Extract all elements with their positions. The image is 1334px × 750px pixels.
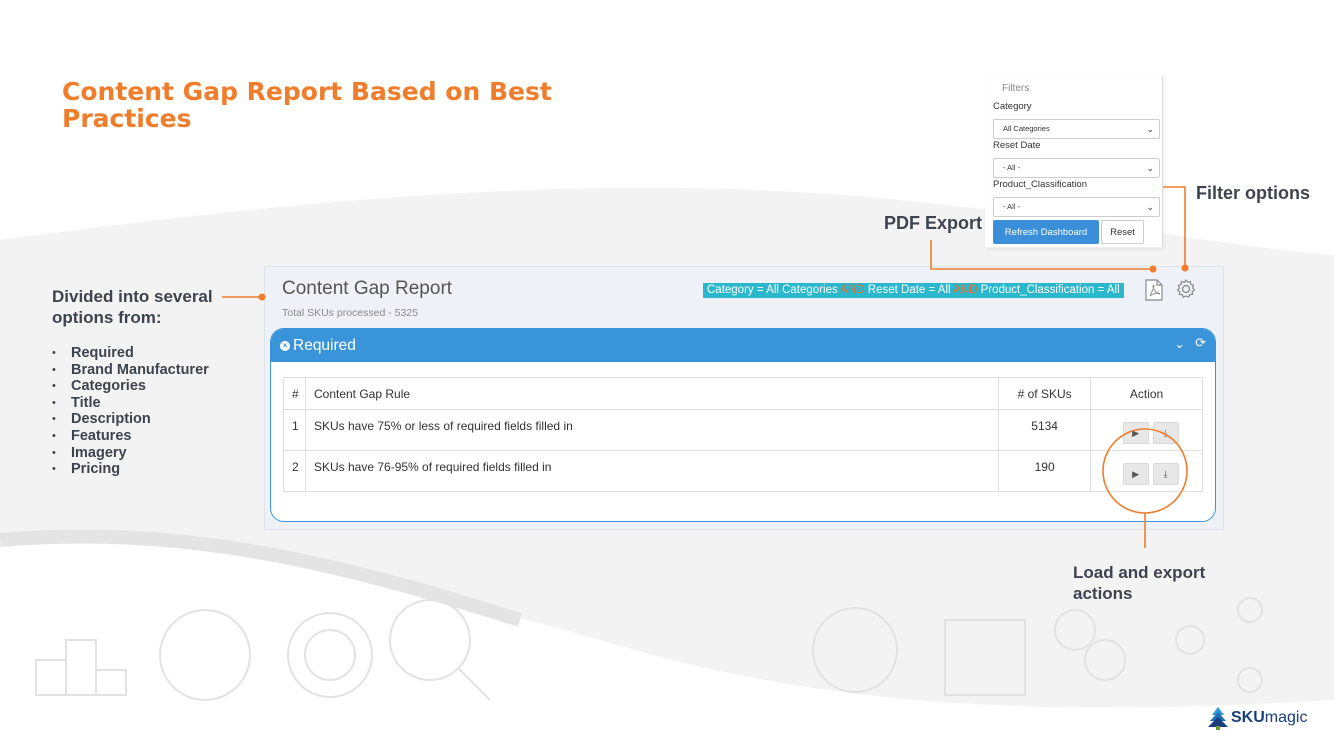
chevron-down-icon: ⌄: [1146, 202, 1154, 212]
chevron-down-icon[interactable]: ⌄: [1174, 336, 1185, 352]
filters-title: Filters: [1002, 83, 1030, 94]
content-gap-table: # Content Gap Rule # of SKUs Action 1 SK…: [283, 377, 1203, 492]
row-rule: SKUs have 75% or less of required fields…: [304, 409, 1000, 451]
table-header-row: # Content Gap Rule # of SKUs Action: [283, 377, 1203, 410]
column-header-action: Action: [1090, 377, 1203, 410]
row-actions: ▶ ⤓: [1090, 409, 1203, 451]
row-rule: SKUs have 76-95% of required fields fill…: [304, 450, 1000, 492]
filter-summary-part3: Product_Classification = All: [977, 284, 1120, 296]
load-play-button[interactable]: ▶: [1122, 463, 1149, 485]
column-header-count: # of SKUs: [998, 377, 1092, 410]
column-header-num: #: [283, 377, 306, 410]
chevron-down-icon: ⌄: [1146, 163, 1154, 173]
list-item: Title: [52, 395, 209, 412]
filter-summary-part1: Category = All Categories: [707, 284, 841, 296]
options-list: Required Brand Manufacturer Categories T…: [52, 345, 209, 478]
row-sku-count: 190: [998, 450, 1092, 492]
download-icon: ⤓: [1163, 469, 1168, 479]
list-item: Description: [52, 411, 209, 428]
category-label: Category: [993, 101, 1032, 112]
filter-summary-and: AND: [953, 284, 978, 296]
row-number: 2: [283, 450, 306, 492]
category-select-value: All Categories: [1003, 124, 1050, 133]
tree-logo-icon: [1208, 707, 1228, 730]
reset-date-select[interactable]: - All - ⌄: [993, 158, 1160, 178]
report-title: Content Gap Report: [282, 278, 453, 299]
product-class-select[interactable]: - All - ⌄: [993, 197, 1160, 217]
section-label: Required: [293, 337, 356, 354]
chevron-down-icon: ⌄: [1146, 124, 1154, 134]
close-icon[interactable]: ×: [280, 341, 290, 351]
list-item: Brand Manufacturer: [52, 362, 209, 379]
logo-text: SKUmagic: [1231, 709, 1307, 727]
row-sku-count: 5134: [998, 409, 1092, 451]
callout-load-line2: actions: [1073, 584, 1133, 603]
row-number: 1: [283, 409, 306, 451]
content-gap-report-panel: Content Gap Report Total SKUs processed …: [264, 266, 1224, 530]
refresh-icon[interactable]: ⟳: [1195, 335, 1206, 351]
logo-text-bold: SKU: [1231, 709, 1265, 726]
list-item: Categories: [52, 378, 209, 395]
table-row: 2 SKUs have 76-95% of required fields fi…: [283, 450, 1203, 492]
filters-panel: Filters Category All Categories ⌄ Reset …: [985, 76, 1163, 248]
reset-button[interactable]: Reset: [1101, 220, 1144, 244]
gear-icon[interactable]: [1175, 278, 1197, 300]
skumagic-logo: SKUmagic: [1207, 706, 1307, 730]
row-actions: ▶ ⤓: [1090, 450, 1203, 492]
callout-load-line1: Load and export: [1073, 563, 1206, 582]
pdf-export-icon[interactable]: [1145, 279, 1163, 301]
reset-date-select-value: - All -: [1003, 163, 1021, 172]
table-row: 1 SKUs have 75% or less of required fiel…: [283, 409, 1203, 451]
callout-divided-line2: options from:: [52, 308, 162, 327]
report-subtitle: Total SKUs processed - 5325: [282, 307, 418, 319]
category-select[interactable]: All Categories ⌄: [993, 119, 1160, 139]
download-icon: ⤓: [1163, 428, 1168, 438]
callout-pdf-export: PDF Export: [884, 213, 983, 233]
list-item: Pricing: [52, 461, 209, 478]
logo-text-rest: magic: [1264, 709, 1308, 726]
required-section-header[interactable]: × Required ⌄ ⟳: [271, 329, 1215, 362]
callout-divided-line1: Divided into several: [52, 287, 213, 306]
callout-load-export: Load and export actions: [1073, 562, 1273, 604]
list-item: Imagery: [52, 445, 209, 462]
callout-divided: Divided into several options from:: [52, 286, 232, 328]
list-item: Required: [52, 345, 209, 362]
column-header-rule: Content Gap Rule: [304, 377, 1000, 410]
filter-summary-part2: Reset Date = All: [864, 284, 954, 296]
slide-title: Content Gap Report Based on Best Practic…: [62, 77, 552, 133]
product-class-label: Product_Classification: [993, 179, 1087, 190]
filter-summary-and: AND: [840, 284, 865, 296]
load-play-button[interactable]: ▶: [1122, 422, 1149, 444]
callout-filter-options: Filter options: [1196, 183, 1310, 203]
reset-date-label: Reset Date: [993, 140, 1041, 151]
download-button[interactable]: ⤓: [1152, 422, 1179, 444]
list-item: Features: [52, 428, 209, 445]
refresh-dashboard-button[interactable]: Refresh Dashboard: [993, 220, 1099, 244]
filter-summary-badge: Category = All Categories AND Reset Date…: [703, 283, 1124, 298]
required-section: × Required ⌄ ⟳ # Content Gap Rule # of S…: [270, 328, 1216, 522]
product-class-select-value: - All -: [1003, 202, 1021, 211]
download-button[interactable]: ⤓: [1152, 463, 1179, 485]
